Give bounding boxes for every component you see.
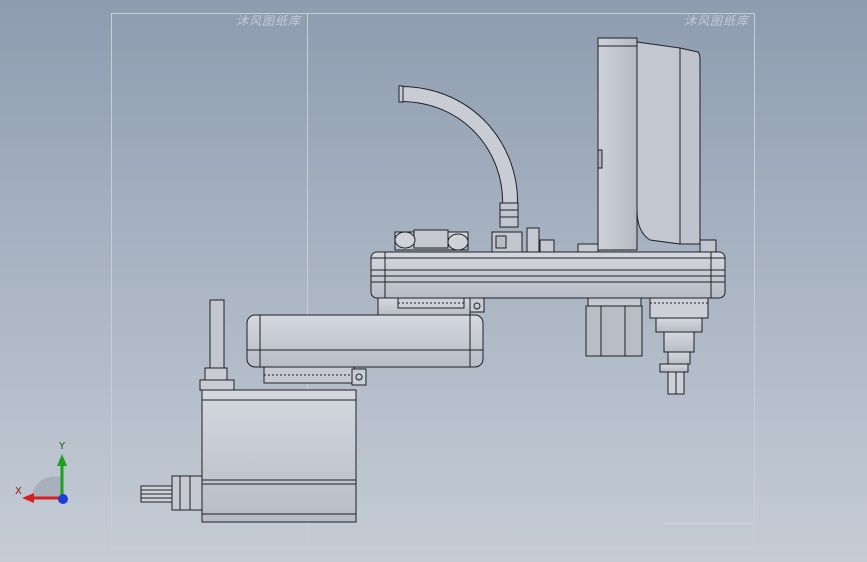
sheet-corner-mark xyxy=(663,523,753,538)
arm-2 xyxy=(246,314,484,386)
robot-base xyxy=(201,389,357,523)
x-axis-head xyxy=(22,493,34,503)
axis-x-label: X xyxy=(15,486,22,497)
main-column xyxy=(597,37,717,253)
z-motor xyxy=(585,297,643,357)
graphics-viewport[interactable]: 沐风图纸库 沐风图纸库 Y X xyxy=(0,0,867,562)
triad-plane xyxy=(32,476,62,498)
z-axis-dot xyxy=(58,494,68,504)
cable-hose xyxy=(398,85,519,228)
ball-screw-spline xyxy=(649,297,709,395)
top-connectors xyxy=(394,227,599,253)
joint-2 xyxy=(377,297,485,317)
axis-y-label: Y xyxy=(59,441,66,452)
base-riser xyxy=(199,299,235,391)
scara-robot-model[interactable] xyxy=(0,0,867,562)
y-axis-head xyxy=(57,454,67,466)
triad-icon xyxy=(22,454,68,504)
base-cable xyxy=(140,475,203,511)
arm-1 xyxy=(370,251,726,299)
